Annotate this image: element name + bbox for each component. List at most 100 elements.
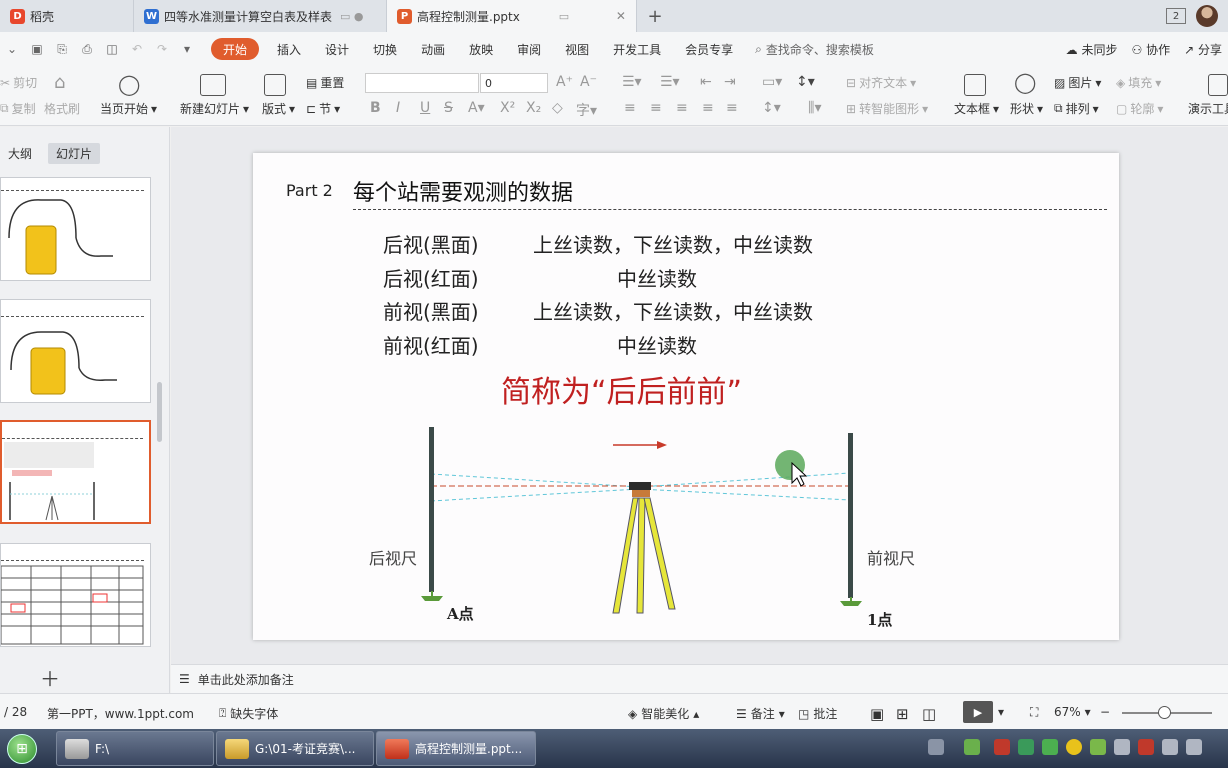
- font-name-select[interactable]: [365, 73, 479, 93]
- picture-button[interactable]: ▨ 图片 ▾: [1054, 74, 1101, 91]
- taskbar-item-drive[interactable]: F:\: [56, 731, 214, 766]
- bold-icon[interactable]: B: [370, 100, 381, 116]
- add-slide-icon[interactable]: ＋: [40, 663, 60, 692]
- underline-icon[interactable]: U: [420, 100, 430, 116]
- play-slideshow-button[interactable]: ▶: [963, 701, 993, 723]
- smart-shape-button[interactable]: ⊞ 转智能图形 ▾: [846, 100, 928, 117]
- close-icon[interactable]: ✕: [608, 9, 626, 23]
- tab-slides[interactable]: 幻灯片: [48, 143, 101, 164]
- customize-icon[interactable]: ▾: [179, 42, 195, 56]
- slide[interactable]: Part 2 每个站需要观测的数据 后视(黑面) 上丝读数，下丝读数，中丝读数 …: [253, 153, 1119, 640]
- tab-docer[interactable]: D 稻壳: [0, 0, 134, 32]
- reset-button[interactable]: ▤ 重置: [306, 74, 344, 91]
- share-button[interactable]: ↗ 分享: [1184, 41, 1222, 58]
- font-color-icon[interactable]: A▾: [468, 100, 485, 116]
- avatar[interactable]: [1196, 5, 1218, 27]
- strikethrough-icon[interactable]: S: [444, 100, 453, 116]
- menu-review[interactable]: 审阅: [505, 38, 553, 60]
- menu-insert[interactable]: 插入: [265, 38, 313, 60]
- menu-transition[interactable]: 切换: [361, 38, 409, 60]
- sorter-view-icon[interactable]: ⊞: [896, 705, 909, 723]
- tab-outline[interactable]: 大纲: [0, 143, 40, 164]
- italic-icon[interactable]: I: [396, 100, 400, 116]
- comment-button[interactable]: ◳ 批注: [798, 705, 837, 722]
- reading-view-icon[interactable]: ◫: [922, 705, 936, 723]
- eraser-icon[interactable]: ◇: [552, 100, 563, 116]
- save-icon[interactable]: ▣: [29, 42, 45, 56]
- shape-button[interactable]: 形状 ▾: [1010, 100, 1043, 117]
- taskbar-item-ppt[interactable]: 高程控制测量.ppt...: [376, 731, 536, 766]
- fill-button[interactable]: ◈ 填充 ▾: [1116, 74, 1161, 91]
- collaborate-button[interactable]: ⚇ 协作: [1131, 41, 1170, 58]
- command-search[interactable]: ⌕ 查找命令、搜索模板: [755, 41, 874, 58]
- fit-window-icon[interactable]: ⛶: [1030, 705, 1038, 720]
- cut-button[interactable]: ✂ 剪切: [0, 74, 37, 91]
- superscript-icon[interactable]: X²: [500, 100, 515, 116]
- format-painter-button[interactable]: 格式刷: [44, 100, 80, 117]
- print-icon[interactable]: ⎙: [79, 42, 95, 57]
- wps-tray-icon[interactable]: [994, 739, 1010, 755]
- indent-decrease-icon[interactable]: ⇤: [700, 74, 712, 90]
- section-button[interactable]: ⊏ 节 ▾: [306, 100, 340, 117]
- decrease-font-icon[interactable]: A⁻: [580, 74, 597, 90]
- menu-animation[interactable]: 动画: [409, 38, 457, 60]
- textbox-button[interactable]: 文本框 ▾: [954, 100, 999, 117]
- plus-tray-icon[interactable]: [1066, 739, 1082, 755]
- align-right-icon[interactable]: ≡: [676, 100, 688, 116]
- tab-excel-doc[interactable]: W 四等水准测量计算空白表及样表 ▭ ●: [134, 0, 387, 32]
- menu-slideshow[interactable]: 放映: [457, 38, 505, 60]
- phonetic-icon[interactable]: 字▾: [576, 100, 597, 120]
- preview-icon[interactable]: ◫: [104, 42, 120, 56]
- slide-thumbnail[interactable]: [0, 299, 151, 403]
- notes-bar[interactable]: ☰ 单击此处添加备注: [171, 664, 1228, 693]
- redo-icon[interactable]: ↷: [154, 42, 170, 56]
- sync-button[interactable]: ☁ 未同步: [1066, 41, 1118, 58]
- align-text-button[interactable]: ⊟ 对齐文本 ▾: [846, 74, 916, 91]
- security-icon[interactable]: [1042, 739, 1058, 755]
- outline-button[interactable]: ▢ 轮廓 ▾: [1116, 100, 1163, 117]
- tab-pin-icon[interactable]: ▭ ●: [340, 10, 364, 23]
- zoom-slider-handle[interactable]: [1158, 706, 1171, 719]
- smart-beautify-button[interactable]: ◈ 智能美化 ▴: [628, 705, 699, 722]
- play-current-button[interactable]: 当页开始 ▾: [100, 100, 157, 117]
- taskbar-item-folder[interactable]: G:\01-考证竞赛\...: [216, 731, 374, 766]
- layout-button[interactable]: 版式 ▾: [262, 100, 295, 117]
- menu-design[interactable]: 设计: [313, 38, 361, 60]
- panel-scrollbar[interactable]: [157, 382, 162, 442]
- speaker-icon[interactable]: [1186, 739, 1202, 755]
- missing-font-button[interactable]: ⍰ 缺失字体: [219, 705, 278, 722]
- window-count-badge[interactable]: 2: [1166, 8, 1186, 24]
- new-slide-button[interactable]: 新建幻灯片 ▾: [180, 100, 249, 117]
- tab-pptx[interactable]: P 高程控制测量.pptx ▭ ✕: [387, 0, 637, 32]
- align-left-icon[interactable]: ≡: [624, 100, 636, 116]
- paragraph-spacing-icon[interactable]: ↕▾: [762, 100, 781, 116]
- distribute-icon[interactable]: ≡: [726, 100, 738, 116]
- arrange-button[interactable]: ⧉ 排列 ▾: [1054, 100, 1099, 117]
- text-direction-icon[interactable]: ▭▾: [762, 74, 782, 90]
- undo-icon[interactable]: ↶: [129, 42, 145, 56]
- battery-icon[interactable]: [964, 739, 980, 755]
- slide-thumbnail-current[interactable]: [0, 420, 151, 524]
- network-icon[interactable]: [1162, 739, 1178, 755]
- start-button[interactable]: ⊞: [7, 734, 37, 764]
- font-size-select[interactable]: 0: [480, 73, 548, 93]
- subscript-icon[interactable]: X₂: [526, 100, 541, 116]
- zoom-level[interactable]: 67% ▾: [1054, 705, 1091, 719]
- shield-icon[interactable]: [1090, 739, 1106, 755]
- align-center-icon[interactable]: ≡: [650, 100, 662, 116]
- alert-icon[interactable]: [1138, 739, 1154, 755]
- menu-view[interactable]: 视图: [553, 38, 601, 60]
- slide-thumbnail[interactable]: [0, 543, 151, 647]
- menu-developer[interactable]: 开发工具: [601, 38, 673, 60]
- zoom-out-icon[interactable]: −: [1100, 705, 1110, 719]
- export-icon[interactable]: ⎘: [54, 42, 70, 57]
- slide-thumbnail[interactable]: [0, 177, 151, 281]
- keyboard-icon[interactable]: [928, 739, 944, 755]
- notes-toggle-button[interactable]: ☰ 备注 ▾: [736, 705, 785, 722]
- increase-font-icon[interactable]: A⁺: [556, 74, 573, 90]
- normal-view-icon[interactable]: ▣: [870, 705, 884, 723]
- volume-icon[interactable]: [1114, 739, 1130, 755]
- column-icon[interactable]: ⫼▾: [808, 100, 821, 116]
- presenter-tools-button[interactable]: 演示工具: [1188, 100, 1228, 117]
- justify-icon[interactable]: ≡: [702, 100, 714, 116]
